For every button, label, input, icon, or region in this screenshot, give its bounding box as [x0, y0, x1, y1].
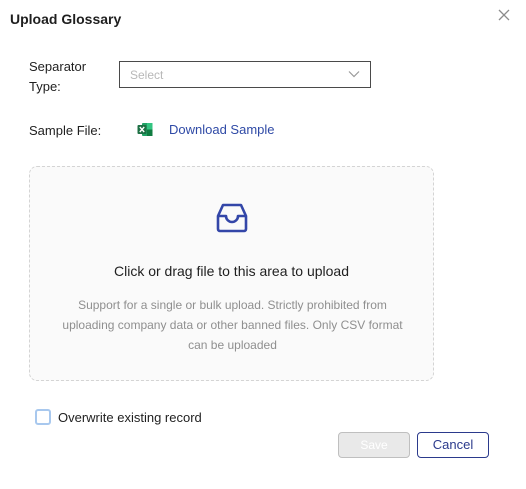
- dropzone-title: Click or drag file to this area to uploa…: [113, 263, 349, 279]
- download-sample-link[interactable]: Download Sample: [169, 122, 275, 137]
- dropzone-hint: Support for a single or bulk upload. Str…: [50, 295, 415, 355]
- dialog-title: Upload Glossary: [10, 11, 122, 27]
- upload-glossary-dialog: Upload Glossary Separator Type: Select S…: [0, 0, 526, 489]
- separator-type-label-line1: Separator: [29, 59, 87, 74]
- close-icon[interactable]: [497, 8, 511, 22]
- chevron-down-icon: [348, 71, 360, 78]
- dropzone-hint-line2: uploading company data or other banned f…: [62, 318, 403, 332]
- dropzone-hint-line3: can be uploaded: [188, 338, 277, 352]
- separator-type-select[interactable]: Select: [119, 61, 371, 88]
- cancel-button[interactable]: Cancel: [417, 432, 489, 458]
- sample-file-label: Sample File:: [29, 123, 102, 138]
- upload-dropzone[interactable]: Click or drag file to this area to uploa…: [29, 166, 434, 381]
- overwrite-checkbox[interactable]: [35, 409, 51, 425]
- inbox-icon: [216, 203, 248, 233]
- separator-type-label: Separator Type:: [29, 57, 99, 97]
- dropzone-hint-line1: Support for a single or bulk upload. Str…: [78, 298, 387, 312]
- separator-type-label-line2: Type:: [29, 79, 61, 94]
- select-placeholder: Select: [130, 68, 164, 82]
- overwrite-checkbox-label[interactable]: Overwrite existing record: [58, 410, 202, 425]
- excel-icon: [137, 123, 153, 136]
- save-button[interactable]: Save: [338, 432, 410, 458]
